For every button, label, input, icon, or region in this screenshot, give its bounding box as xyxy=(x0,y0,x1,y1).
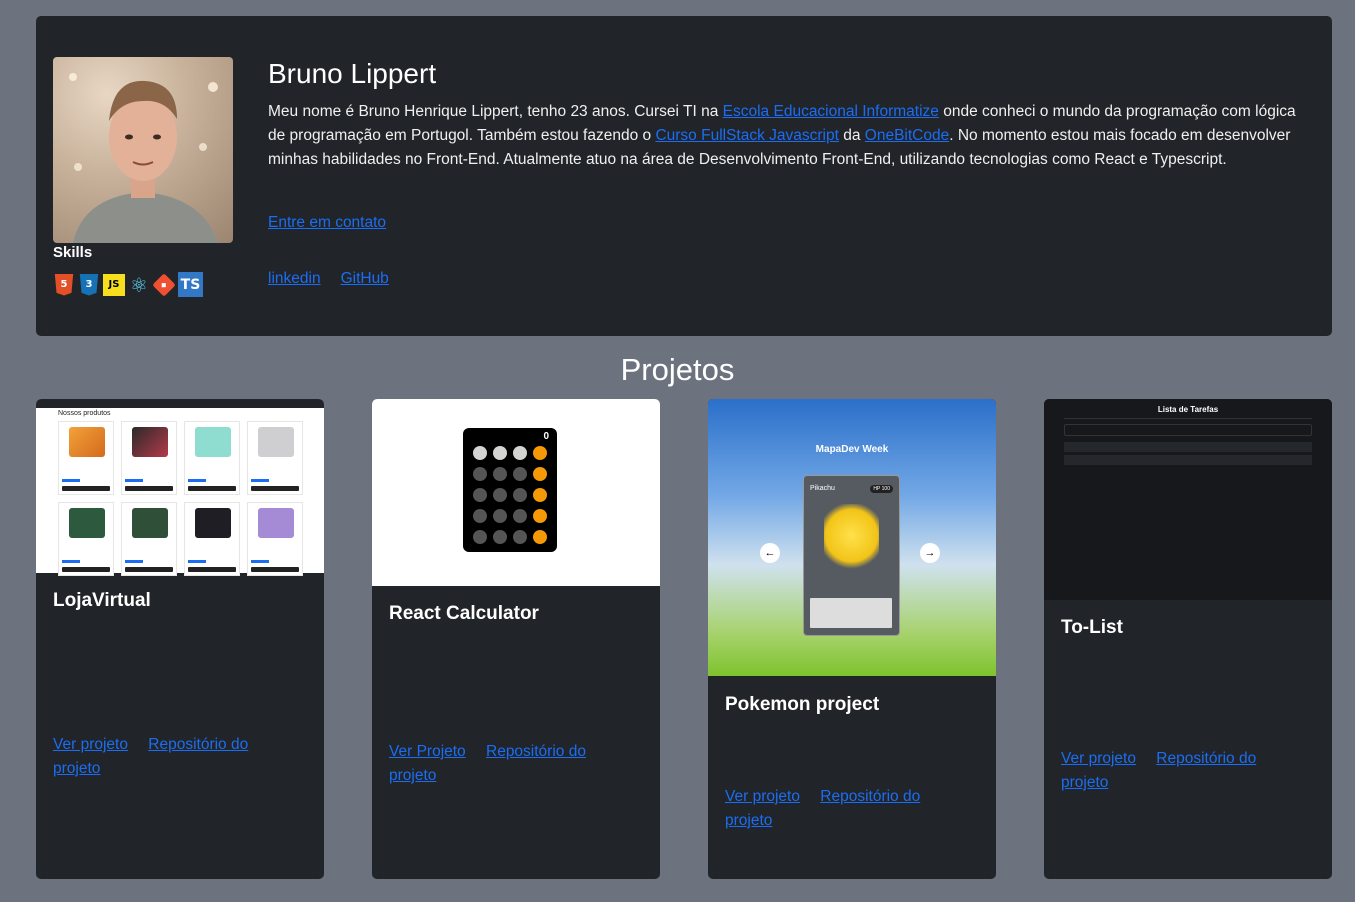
css3-icon: 3 xyxy=(79,273,99,296)
thumb-title: Lista de Tarefas xyxy=(1157,405,1219,414)
javascript-icon: JS xyxy=(103,273,125,296)
thumb-heading: Nossos produtos xyxy=(58,410,111,417)
view-project-link[interactable]: Ver Projeto xyxy=(389,743,466,760)
profile-card: Skills 5 3 JS ⚛ ◆ TS Bruno Lippert Meu n… xyxy=(36,16,1332,336)
thumb-pokemon-hp: HP 100 xyxy=(870,485,893,493)
thumb-pokemon-card: Pikachu HP 100 xyxy=(803,475,900,636)
thumb-navbar xyxy=(36,399,324,408)
project-links: Ver projeto Repositório do projeto xyxy=(1061,747,1301,795)
linkedin-link[interactable]: linkedin xyxy=(268,270,321,288)
project-thumbnail: Nossos produtos xyxy=(36,399,324,576)
skills-list: 5 3 JS ⚛ ◆ TS xyxy=(53,272,203,297)
project-title: React Calculator xyxy=(389,603,539,624)
thumb-calc-display: 0 xyxy=(543,431,549,442)
html5-icon: 5 xyxy=(54,273,74,296)
thumb-product xyxy=(121,502,177,576)
react-icon: ⚛ xyxy=(130,272,148,297)
project-card-to-list: Lista de Tarefas To-List Ver projeto Rep… xyxy=(1044,399,1332,879)
view-project-link[interactable]: Ver projeto xyxy=(725,788,800,805)
thumb-product xyxy=(184,421,240,495)
bio-text: da xyxy=(838,127,865,144)
contact-link[interactable]: Entre em contato xyxy=(268,214,386,231)
projects-title: Projetos xyxy=(620,352,735,387)
thumb-product xyxy=(184,502,240,576)
arrow-right-icon: → xyxy=(920,543,940,563)
github-link[interactable]: GitHub xyxy=(341,270,389,288)
thumb-calculator: 0 xyxy=(463,428,557,552)
profile-bio: Meu nome é Bruno Henrique Lippert, tenho… xyxy=(268,100,1298,172)
link-onebitcode[interactable]: OneBitCode xyxy=(865,127,949,144)
project-links: Ver projeto Repositório do projeto xyxy=(53,733,293,781)
thumb-title: MapaDev Week xyxy=(815,444,889,455)
thumb-description xyxy=(810,598,892,628)
thumb-product xyxy=(121,421,177,495)
pikachu-image xyxy=(824,504,879,574)
contact: Entre em contato xyxy=(268,214,386,232)
thumb-calc-keys xyxy=(473,446,547,544)
thumb-product xyxy=(58,502,114,576)
project-links: Ver Projeto Repositório do projeto xyxy=(389,740,629,788)
thumb-task xyxy=(1064,442,1312,452)
thumb-product-grid xyxy=(58,421,303,576)
thumb-pokemon-name: Pikachu xyxy=(810,485,835,492)
typescript-icon: TS xyxy=(178,272,203,297)
link-curso-fullstack[interactable]: Curso FullStack Javascript xyxy=(655,127,838,144)
thumb-product xyxy=(58,421,114,495)
social-links: linkedin GitHub xyxy=(268,270,389,288)
project-thumbnail: 0 xyxy=(372,399,660,586)
project-title: LojaVirtual xyxy=(53,590,151,611)
profile-photo xyxy=(53,57,233,243)
project-card-lojavirtual: Nossos produtos LojaVirtual Ver projeto … xyxy=(36,399,324,879)
thumb-product xyxy=(247,421,303,495)
view-project-link[interactable]: Ver projeto xyxy=(53,736,128,753)
project-links: Ver projeto Repositório do projeto xyxy=(725,785,965,833)
bio-text: Meu nome é Bruno Henrique Lippert, tenho… xyxy=(268,103,723,120)
project-title: To-List xyxy=(1061,617,1123,638)
profile-name: Bruno Lippert xyxy=(268,58,437,89)
skills-title: Skills xyxy=(53,244,93,261)
project-title: Pokemon project xyxy=(725,694,880,715)
thumb-input xyxy=(1064,424,1312,436)
git-icon: ◆ xyxy=(152,272,176,297)
project-thumbnail: Lista de Tarefas xyxy=(1044,399,1332,600)
project-card-react-calculator: 0 React Calculator Ver Projeto Repositór… xyxy=(372,399,660,879)
project-card-pokemon: MapaDev Week Pikachu HP 100 ← → Pokemon … xyxy=(708,399,996,879)
thumb-task xyxy=(1064,455,1312,465)
view-project-link[interactable]: Ver projeto xyxy=(1061,750,1136,767)
project-thumbnail: MapaDev Week Pikachu HP 100 ← → xyxy=(708,399,996,676)
arrow-left-icon: ← xyxy=(760,543,780,563)
link-escola-informatize[interactable]: Escola Educacional Informatize xyxy=(723,103,939,120)
thumb-product xyxy=(247,502,303,576)
